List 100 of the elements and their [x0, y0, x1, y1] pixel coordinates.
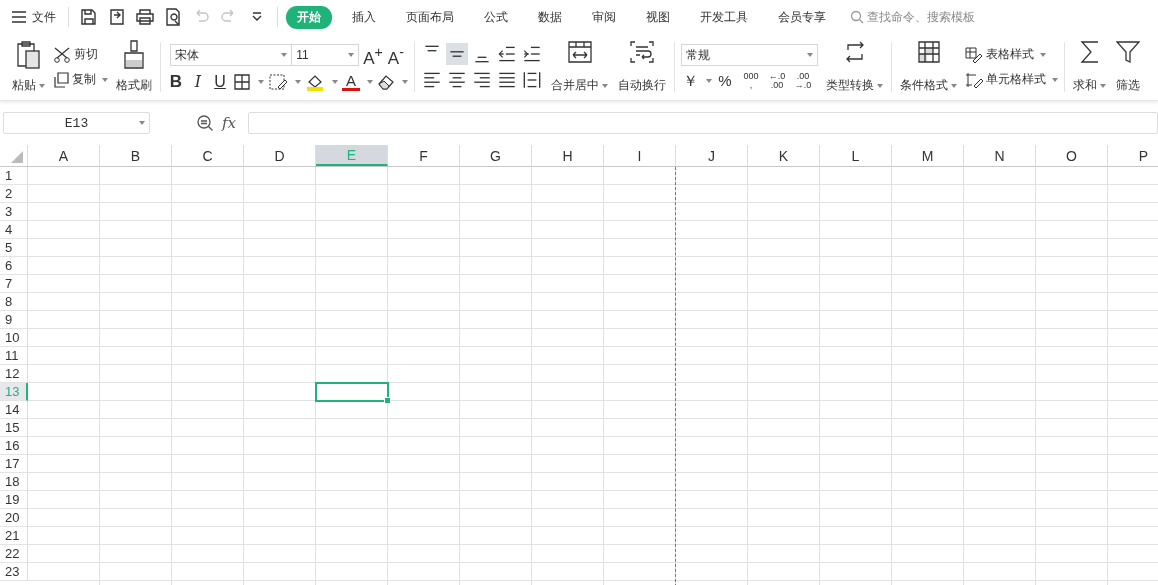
number-format-field[interactable]: 常规	[681, 44, 818, 66]
zoom-icon[interactable]	[196, 114, 214, 132]
selected-cell[interactable]	[315, 382, 389, 402]
underline-button[interactable]: U	[211, 73, 229, 92]
caret-icon	[332, 80, 338, 85]
row-header[interactable]: 4	[0, 221, 28, 239]
ribbon-tab[interactable]: 页面布局	[396, 5, 464, 29]
bold-button[interactable]: B	[167, 73, 185, 92]
caret-icon	[367, 80, 373, 85]
caret-icon	[602, 83, 608, 88]
row-header[interactable]: 10	[0, 329, 28, 347]
print-icon[interactable]	[135, 7, 155, 27]
row-header[interactable]: 22	[0, 545, 28, 563]
wrap-text-button[interactable]: 自动换行	[616, 38, 668, 96]
preview-icon[interactable]	[163, 7, 183, 27]
row-header[interactable]: 1	[0, 167, 28, 185]
caret-icon	[102, 77, 108, 82]
eraser-icon[interactable]	[377, 73, 395, 92]
sigma-icon	[1078, 40, 1101, 64]
decimal-button[interactable]: ←.0 .00	[768, 72, 786, 90]
export-icon[interactable]	[107, 7, 127, 27]
ribbon-tab[interactable]: 数据	[528, 5, 572, 29]
save-icon[interactable]	[79, 7, 99, 27]
ribbon-tab[interactable]: 插入	[342, 5, 386, 29]
percent-button[interactable]: %	[716, 72, 734, 90]
grow-font-button[interactable]: A$^{+}$	[363, 42, 383, 68]
caret-icon	[258, 80, 264, 85]
caret-icon	[281, 53, 288, 57]
cell-brush-icon	[965, 71, 983, 88]
copy-button[interactable]: 复制	[53, 71, 108, 88]
filter-button[interactable]: 筛选	[1114, 38, 1142, 96]
cut-button[interactable]: 剪切	[53, 46, 108, 63]
file-menu-button[interactable]: 文件	[8, 8, 60, 26]
row-header[interactable]: 19	[0, 491, 28, 509]
merge-center-button[interactable]: 合并居中	[549, 38, 610, 96]
row-header[interactable]: 5	[0, 239, 28, 257]
font-name-field[interactable]: 宋体	[170, 44, 293, 66]
table-brush-icon	[965, 46, 983, 63]
caret-icon	[877, 83, 883, 88]
ribbon-tab[interactable]: 视图	[636, 5, 680, 29]
currency-button[interactable]: ￥	[681, 72, 699, 90]
row-header[interactable]: 18	[0, 473, 28, 491]
format-painter-button[interactable]: 格式刷	[114, 38, 154, 96]
caret-icon	[39, 83, 45, 88]
align-middle-icon[interactable]	[446, 43, 468, 65]
merge-cells-icon	[566, 40, 593, 64]
row-header[interactable]: 21	[0, 527, 28, 545]
copy-icon	[53, 71, 69, 88]
caret-icon	[295, 80, 301, 85]
row-header[interactable]: 7	[0, 275, 28, 293]
row-header[interactable]: 23	[0, 563, 28, 581]
brush-icon	[122, 40, 146, 70]
menu-icon	[12, 11, 26, 23]
caret-icon	[951, 83, 957, 88]
caret-icon	[1052, 77, 1058, 82]
paste-icon	[15, 40, 42, 70]
font-size-field[interactable]: 11	[291, 44, 360, 66]
decimal-button[interactable]: .00 →.0	[794, 72, 812, 90]
ribbon-tab[interactable]: 公式	[474, 5, 518, 29]
cell-style-button[interactable]: 单元格样式	[965, 71, 1058, 88]
filter-icon	[1116, 40, 1140, 64]
row-header[interactable]: 14	[0, 401, 28, 419]
thousands-button[interactable]: 000 ,	[742, 72, 760, 90]
row-header[interactable]: 3	[0, 203, 28, 221]
ribbon-tab[interactable]: 审阅	[582, 5, 626, 29]
scissors-icon	[53, 46, 71, 63]
table-style-button[interactable]: 表格样式	[965, 46, 1058, 63]
search-icon	[850, 10, 864, 24]
borders-icon[interactable]	[233, 73, 251, 92]
shrink-font-button[interactable]: A$^{-}$	[386, 42, 405, 68]
ribbon-tab[interactable]: 会员专享	[768, 5, 836, 29]
row-header[interactable]: 20	[0, 509, 28, 527]
name-box[interactable]: E13	[3, 112, 150, 134]
conditional-format-button[interactable]: 条件格式	[898, 38, 959, 96]
row-header[interactable]: 6	[0, 257, 28, 275]
caret-icon	[1040, 52, 1046, 57]
row-header[interactable]: 16	[0, 437, 28, 455]
sum-button[interactable]: 求和	[1071, 38, 1108, 96]
formula-field[interactable]	[248, 112, 1158, 134]
caret-icon	[348, 53, 355, 57]
cell-format-icon[interactable]	[268, 73, 288, 92]
row-header[interactable]: 11	[0, 347, 28, 365]
row-header[interactable]: 2	[0, 185, 28, 203]
table-grid-icon	[916, 40, 941, 64]
caret-icon	[706, 79, 712, 83]
row-header[interactable]: 15	[0, 419, 28, 437]
caret-icon	[402, 80, 408, 85]
ribbon-tab[interactable]: 开发工具	[690, 5, 758, 29]
font-color-button[interactable]: A	[342, 73, 360, 92]
italic-button[interactable]: I	[189, 73, 207, 92]
row-header[interactable]: 9	[0, 311, 28, 329]
fill-color-icon[interactable]	[305, 73, 325, 92]
paste-button[interactable]: 粘贴	[10, 38, 47, 96]
function-label[interactable]: fx	[222, 114, 236, 132]
distributed-icon[interactable]	[521, 69, 543, 91]
row-header[interactable]: 8	[0, 293, 28, 311]
row-header[interactable]: 17	[0, 455, 28, 473]
type-convert-button[interactable]: 类型转换	[824, 38, 885, 96]
caret-icon	[1100, 83, 1106, 88]
wrap-text-icon	[629, 40, 655, 64]
